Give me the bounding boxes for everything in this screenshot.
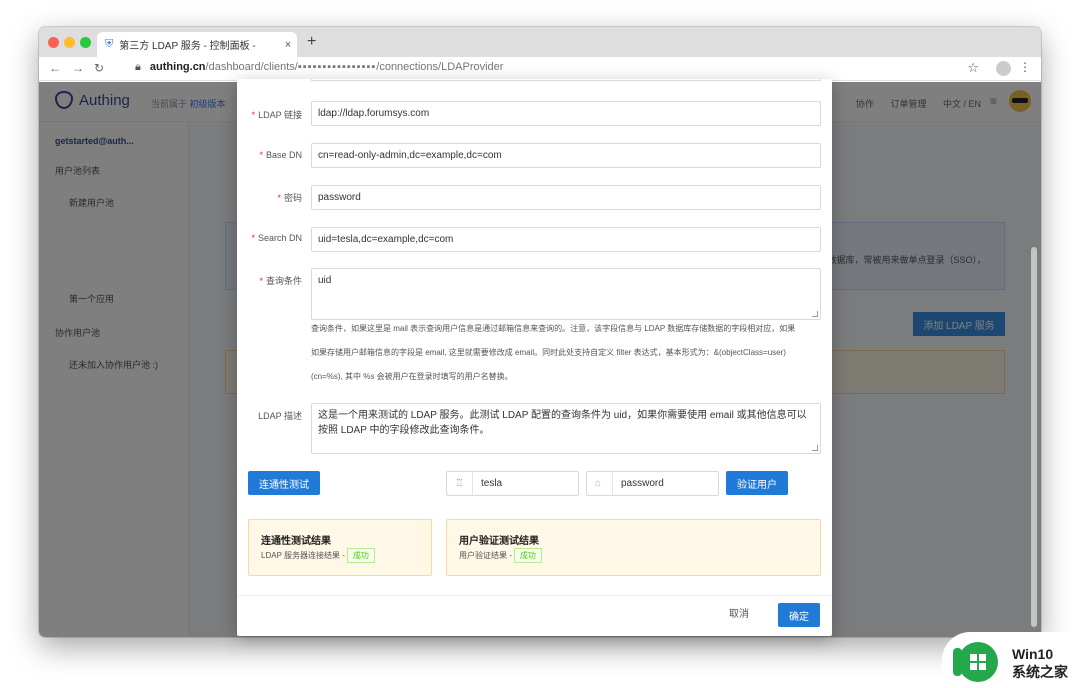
maximize-window-button[interactable] <box>80 37 91 48</box>
close-window-button[interactable] <box>48 37 59 48</box>
user-icon: ♖ <box>455 472 473 495</box>
tab-strip: ⛨ 第三方 LDAP 服务 - 控制面板 - × + <box>39 27 1041 57</box>
connectivity-result-card: 连通性测试结果 LDAP 服务器连接结果 - 成功 <box>248 519 432 576</box>
connectivity-test-button[interactable]: 连通性测试 <box>248 471 320 495</box>
url-path: /dashboard/clients/ <box>205 61 298 73</box>
minimize-window-button[interactable] <box>64 37 75 48</box>
profile-icon[interactable] <box>996 61 1011 76</box>
status-badge: 成功 <box>513 548 542 563</box>
new-tab-button[interactable]: + <box>307 33 316 51</box>
tab-close-icon[interactable]: × <box>279 39 297 51</box>
shield-icon: ⛨ <box>105 38 114 50</box>
base-dn-label: * Base DN <box>259 150 302 160</box>
search-dn-input[interactable]: uid=tesla,dc=example,dc=com <box>311 227 821 252</box>
url-tail: /connections/LDAProvider <box>376 61 504 73</box>
test-username-value: tesla <box>481 478 503 489</box>
bookmark-star-icon[interactable]: ☆ <box>967 60 979 76</box>
tab-title: 第三方 LDAP 服务 - 控制面板 - <box>119 41 256 52</box>
desc-label: LDAP 描述 <box>258 411 302 421</box>
query-textarea[interactable]: uid <box>311 268 821 320</box>
query-value: uid <box>318 275 332 286</box>
modal-footer-divider <box>237 595 832 596</box>
connectivity-result-line: LDAP 服务器连接结果 - 成功 <box>261 548 375 563</box>
back-icon[interactable]: ← <box>49 61 61 75</box>
connectivity-result-title: 连通性测试结果 <box>261 536 331 547</box>
connectivity-result-text: LDAP 服务器连接结果 - <box>261 551 345 560</box>
watermark-line-2: 系统之家 <box>1012 664 1068 680</box>
query-help-line-3: (cn=%s), 其中 %s 会被用户在登录时填写的用户名替换。 <box>311 372 513 381</box>
query-label: * 查询条件 <box>259 276 302 286</box>
query-help-line-1: 查询条件，如果这里是 mail 表示查询用户信息是通过邮箱信息来查询的。注意，该… <box>311 324 796 333</box>
browser-tab[interactable]: ⛨ 第三方 LDAP 服务 - 控制面板 - × <box>97 32 297 57</box>
desc-textarea[interactable]: 这是一个用来测试的 LDAP 服务。此测试 LDAP 配置的查询条件为 uid，… <box>311 403 821 454</box>
watermark: Win10 系统之家 <box>942 632 1080 688</box>
url-host: authing.cn <box>149 61 206 73</box>
query-help-line-2: 如果存储用户邮箱信息的字段是 email, 这里就需要修改成 email。同时此… <box>311 348 786 357</box>
ok-button[interactable]: 确定 <box>778 603 820 627</box>
search-dn-label: * Search DN <box>251 233 302 243</box>
verify-user-button[interactable]: 验证用户 <box>726 471 788 495</box>
resize-grip-icon[interactable] <box>812 445 818 451</box>
test-username-input[interactable]: ♖ tesla <box>446 471 579 496</box>
user-verify-result-line: 用户验证结果 - 成功 <box>459 548 542 563</box>
ldap-link-input[interactable]: ldap://ldap.forumsys.com <box>311 101 821 126</box>
test-password-value: password <box>621 478 664 489</box>
user-verify-result-title: 用户验证测试结果 <box>459 536 539 547</box>
win10-logo-icon <box>953 642 998 682</box>
lock-icon: ⌂ <box>595 472 613 495</box>
user-verify-result-card: 用户验证测试结果 用户验证结果 - 成功 <box>446 519 821 576</box>
status-badge: 成功 <box>346 548 375 563</box>
address-bar: ← → ↻ 🔒︎ authing.cn/dashboard/clients/▪▪… <box>39 57 1041 81</box>
ldap-link-label: * LDAP 链接 <box>251 110 302 120</box>
ldap-modal: * LDAP 链接 ldap://ldap.forumsys.com * Base … <box>237 79 832 636</box>
previous-field-edge <box>311 79 821 81</box>
menu-kebab-icon[interactable]: ⋮ <box>1019 60 1031 74</box>
forward-icon[interactable]: → <box>72 61 84 75</box>
desc-value: 这是一个用来测试的 LDAP 服务。此测试 LDAP 配置的查询条件为 uid，… <box>318 410 807 436</box>
password-label: * 密码 <box>277 193 302 203</box>
user-verify-result-text: 用户验证结果 - <box>459 551 512 560</box>
query-help: 查询条件，如果这里是 mail 表示查询用户信息是通过邮箱信息来查询的。注意，该… <box>311 317 823 389</box>
base-dn-input[interactable]: cn=read-only-admin,dc=example,dc=com <box>311 143 821 168</box>
page-scrollbar[interactable] <box>1031 247 1037 627</box>
url-field[interactable]: 🔒︎ authing.cn/dashboard/clients/▪▪▪▪▪▪▪▪… <box>135 61 503 74</box>
lock-icon: 🔒︎ <box>135 61 141 73</box>
reload-icon[interactable]: ↻ <box>94 61 104 75</box>
cancel-button[interactable]: 取消 <box>729 605 749 620</box>
test-password-input[interactable]: ⌂ password <box>586 471 719 496</box>
watermark-line-1: Win10 <box>1012 646 1054 662</box>
url-obscured: ▪▪▪▪▪▪▪▪▪▪▪▪▪▪▪▪ <box>297 61 377 73</box>
password-input[interactable]: password <box>311 185 821 210</box>
